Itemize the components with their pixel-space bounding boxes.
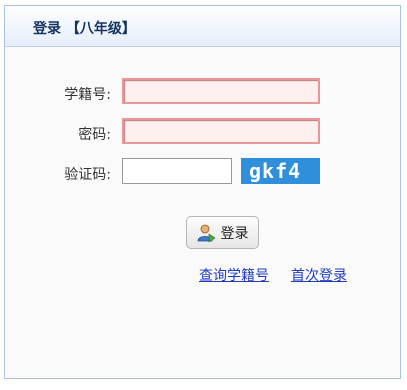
user-login-icon	[197, 224, 216, 243]
captcha-input[interactable]	[122, 158, 232, 184]
captcha-image[interactable]: gkf4	[241, 158, 320, 184]
query-student-id-link[interactable]: 查询学籍号	[199, 265, 269, 285]
password-input[interactable]	[122, 118, 320, 144]
login-button-label: 登录	[220, 225, 249, 242]
login-button[interactable]: 登录	[186, 216, 259, 249]
panel-title: 登录 【八年级】	[33, 21, 136, 37]
student-id-input[interactable]	[122, 78, 320, 104]
first-login-link[interactable]: 首次登录	[291, 265, 347, 285]
panel-header: 登录 【八年级】	[5, 6, 400, 47]
captcha-label: 验证码:	[64, 167, 111, 183]
login-panel: 登录 【八年级】 学籍号: 密码: 验证码: gkf4 登录 查询学籍号 首次登…	[4, 5, 401, 379]
student-id-label: 学籍号:	[64, 87, 111, 103]
password-label: 密码:	[78, 127, 111, 143]
